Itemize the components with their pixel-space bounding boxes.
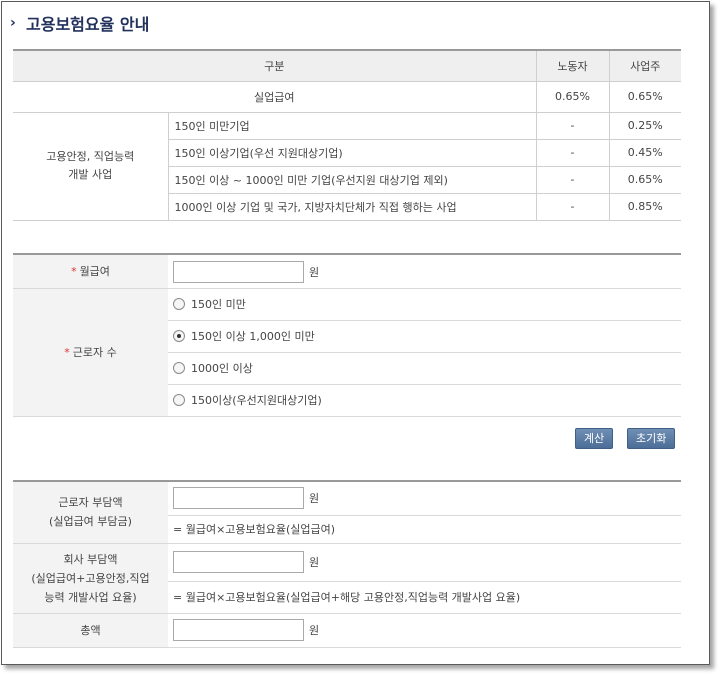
salary-input[interactable] [173, 261, 304, 284]
company-share-formula: = 월급여×고용보험요율(실업급여+해당 고용안정,직업능력 개발사업 요율) [168, 580, 681, 614]
worker-share-field-cell: 원 [168, 480, 681, 516]
salary-field-cell: 원 [168, 253, 681, 289]
option-row[interactable]: 150이상(우선지원대상기업) [168, 383, 681, 417]
page-title: › 고용보험요율 안내 [10, 12, 149, 34]
workers-row: * 근로자 수 150인 미만 [13, 287, 681, 417]
salary-unit: 원 [309, 266, 320, 280]
total-row: 총액 원 [13, 612, 681, 648]
workers-label: * 근로자 수 [13, 287, 168, 417]
unemployment-worker-rate: 0.65% [535, 80, 609, 113]
row-worker-rate: - [535, 192, 609, 221]
worker-share-row: 근로자 부담액 (실업급여 부담금) 원 [13, 480, 681, 544]
radio-150-under[interactable] [173, 298, 185, 310]
insurance-rate-table: 구분 노동자 사업주 실업급여 0.65% 0.65% 고용안정, 직업능력 개… [13, 49, 681, 221]
calculator-input-form: * 월급여 원 * 근로자 수 150인 미만 150인 이상 1,000인 미만 … [13, 253, 681, 417]
worker-share-input[interactable] [173, 487, 304, 510]
row-worker-rate: - [535, 165, 609, 194]
rate-table-header: 구분 노동자 사업주 [13, 49, 681, 82]
total-label: 총액 [13, 612, 168, 648]
option-row[interactable]: 150인 미만 [168, 287, 681, 321]
unemployment-employer-rate: 0.65% [608, 80, 681, 113]
worker-share-label: 근로자 부담액 (실업급여 부담금) [13, 480, 168, 544]
company-share-row: 회사 부담액 (실업급여+고용안정,직업 능력 개발사업 요율) 원 [13, 542, 681, 614]
worker-share-formula: = 월급여×고용보험요율(실업급여) [168, 514, 681, 544]
required-mark: * [64, 346, 70, 359]
radio-1000-over[interactable] [173, 362, 185, 374]
row-label: 150인 미만기업 [167, 111, 536, 140]
table-row: 실업급여 0.65% 0.65% [13, 80, 681, 113]
employment-stability-group-label: 고용안정, 직업능력 개발 사업 [13, 111, 168, 221]
row-employer-rate: 0.65% [608, 165, 681, 194]
salary-label: * 월급여 [13, 253, 168, 289]
required-mark: * [71, 265, 77, 279]
row-employer-rate: 0.25% [608, 111, 681, 140]
total-field-cell: 원 [168, 612, 681, 648]
row-label: 1000인 이상 기업 및 국가, 지방자치단체가 직접 행하는 사업 [167, 192, 536, 221]
unemployment-label: 실업급여 [13, 80, 536, 113]
row-label: 150인 이상 ~ 1000인 미만 기업(우선지원 대상기업 제외) [167, 165, 536, 194]
radio-150-priority[interactable] [173, 394, 185, 406]
radio-150-to-1000[interactable] [173, 330, 185, 342]
calculator-result-form: 근로자 부담액 (실업급여 부담금) 원 = 월급여×고용보험요율(실업급여) … [13, 480, 681, 648]
salary-row: * 월급여 원 [13, 253, 681, 289]
total-input[interactable] [173, 619, 304, 641]
row-worker-rate: - [535, 111, 609, 140]
row-employer-rate: 0.45% [608, 138, 681, 167]
reset-button[interactable]: 초기화 [627, 428, 676, 449]
total-unit: 원 [309, 624, 320, 637]
row-employer-rate: 0.85% [608, 192, 681, 221]
page-title-text: 고용보험요율 안내 [26, 15, 150, 34]
header-category: 구분 [13, 49, 536, 82]
chevron-right-icon: › [10, 15, 16, 31]
company-share-field-cell: 원 [168, 542, 681, 582]
company-share-unit: 원 [309, 556, 320, 569]
option-row[interactable]: 150인 이상 1,000인 미만 [168, 319, 681, 353]
row-label: 150인 이상기업(우선 지원대상기업) [167, 138, 536, 167]
row-worker-rate: - [535, 138, 609, 167]
company-share-label: 회사 부담액 (실업급여+고용안정,직업 능력 개발사업 요율) [13, 542, 168, 614]
worker-share-unit: 원 [309, 492, 320, 506]
table-row: 고용안정, 직업능력 개발 사업 150인 미만기업 - 0.25% [13, 111, 681, 221]
company-share-input[interactable] [173, 551, 304, 573]
option-row[interactable]: 1000인 이상 [168, 351, 681, 385]
header-worker: 노동자 [535, 49, 609, 82]
header-employer: 사업주 [608, 49, 681, 82]
calculate-button[interactable]: 계산 [575, 428, 614, 449]
